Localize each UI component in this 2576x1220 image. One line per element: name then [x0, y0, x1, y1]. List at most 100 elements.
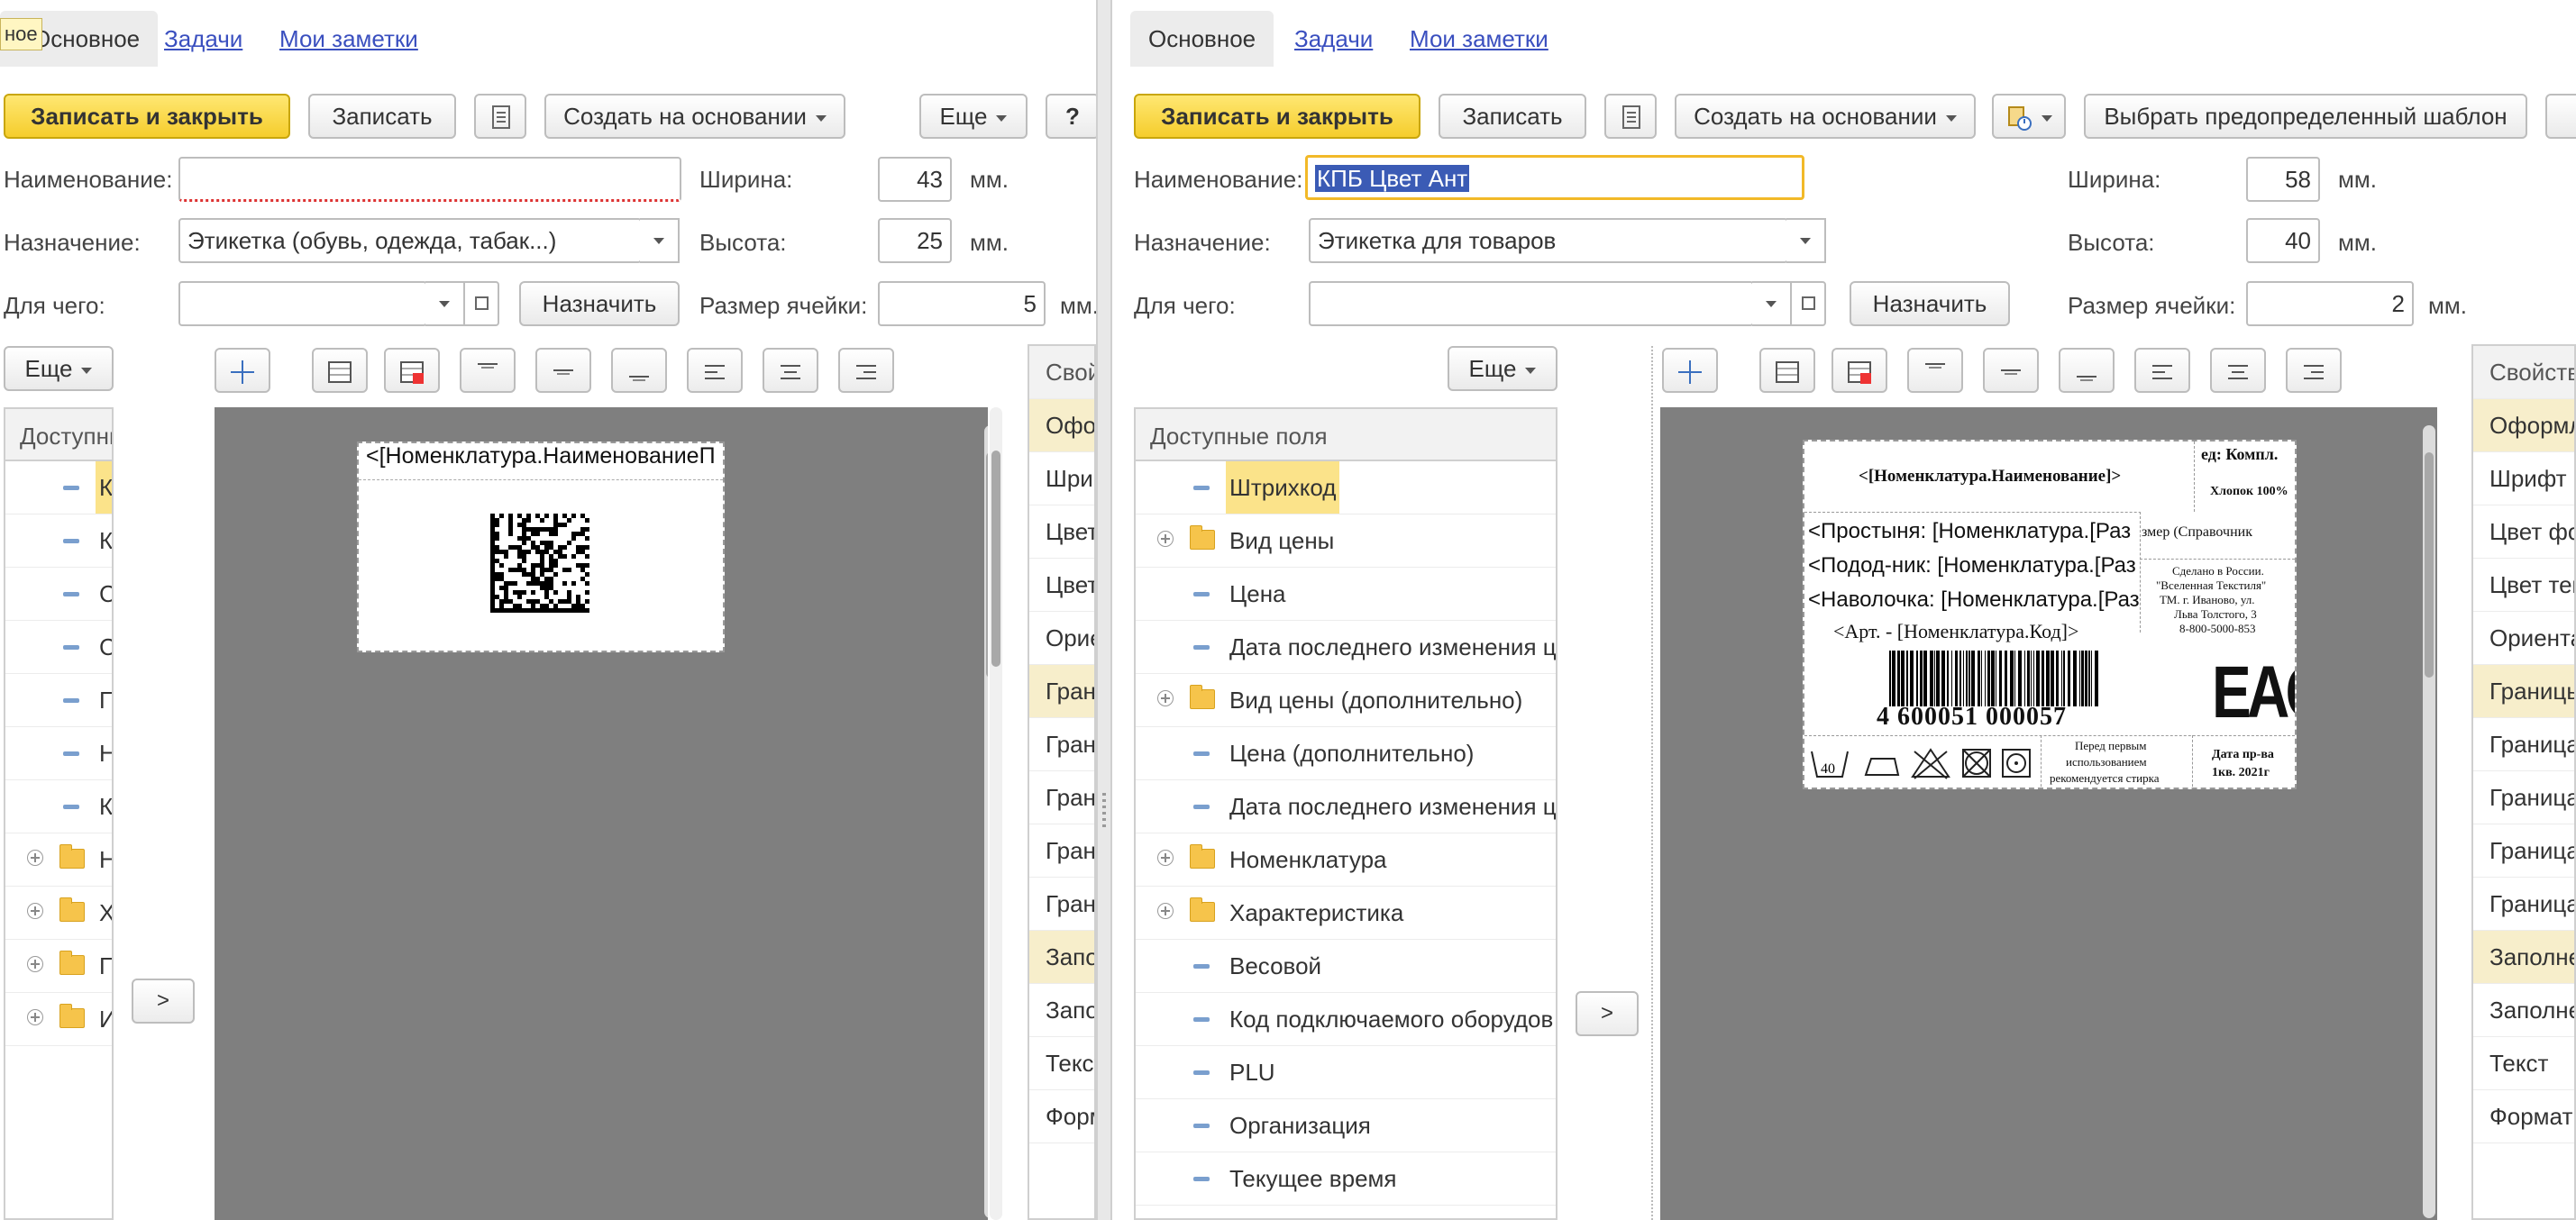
- field-list-item[interactable]: Весовой: [1136, 940, 1556, 993]
- property-row[interactable]: Орие: [1029, 612, 1094, 665]
- name-field[interactable]: [178, 157, 681, 202]
- purpose-field[interactable]: Этикетка для товаров: [1309, 218, 1788, 263]
- property-row[interactable]: Граница: [2473, 718, 2574, 771]
- label-made-line4[interactable]: Льва Толстого, 3: [2174, 607, 2257, 622]
- expand-icon[interactable]: [1157, 850, 1174, 866]
- align-middle-button[interactable]: [1983, 348, 2039, 393]
- canvas-scrollbar[interactable]: [984, 425, 988, 1218]
- field-list-item[interactable]: Штрихкод: [1136, 461, 1556, 514]
- save-button[interactable]: Записать: [1439, 94, 1586, 139]
- field-list-item[interactable]: Дата последнего изменения ц: [1136, 621, 1556, 674]
- field-list-item[interactable]: С: [5, 568, 112, 621]
- move-field-button[interactable]: >: [1576, 991, 1639, 1036]
- insert-field-button[interactable]: [1759, 348, 1815, 393]
- for-dropdown-button[interactable]: [1752, 281, 1792, 326]
- field-list-item[interactable]: Текущий пользователь: [1136, 1206, 1556, 1218]
- save-close-button[interactable]: Записать и закрыть: [4, 94, 290, 139]
- fields-more-button[interactable]: Еще: [1448, 346, 1557, 391]
- width-field[interactable]: 43: [878, 157, 952, 202]
- field-list-item[interactable]: К: [5, 461, 112, 514]
- label-duvet-text[interactable]: <Подод-ник: [Номенклатура.[Раз: [1808, 553, 2136, 578]
- label-size-text[interactable]: змер (Справочник: [2142, 524, 2252, 541]
- tab-tasks[interactable]: Задачи: [164, 11, 242, 67]
- open-icon[interactable]: [1790, 281, 1826, 326]
- property-group[interactable]: Границы: [2473, 665, 2574, 718]
- available-fields-list[interactable]: ККССПНКНХПИ: [4, 461, 114, 1220]
- expand-icon[interactable]: [27, 850, 43, 866]
- field-group-item[interactable]: Вид цены: [1136, 514, 1556, 568]
- field-list-item[interactable]: PLU: [1136, 1046, 1556, 1099]
- property-group[interactable]: Гран: [1029, 665, 1094, 718]
- move-button[interactable]: [1662, 348, 1718, 393]
- label-name-text[interactable]: <[Номенклатура.НаименованиеП: [366, 443, 716, 469]
- property-row[interactable]: Формат: [2473, 1090, 2574, 1143]
- property-row[interactable]: Форм: [1029, 1090, 1094, 1143]
- align-center-button[interactable]: [763, 348, 818, 393]
- property-row[interactable]: Гран: [1029, 824, 1094, 878]
- label-date-line2[interactable]: 1кв. 2021г: [2212, 766, 2270, 780]
- extra-toolbar-button[interactable]: [2545, 94, 2576, 139]
- field-list-item[interactable]: К: [5, 780, 112, 833]
- property-row[interactable]: Цвет: [1029, 505, 1094, 559]
- field-group-item[interactable]: Х: [5, 887, 112, 940]
- field-group-item[interactable]: Вид цены (дополнительно): [1136, 674, 1556, 727]
- property-row[interactable]: Граница: [2473, 824, 2574, 878]
- align-middle-button[interactable]: [535, 348, 591, 393]
- name-field[interactable]: КПБ Цвет Ант: [1305, 155, 1804, 200]
- align-right-button[interactable]: [2286, 348, 2342, 393]
- align-bottom-button[interactable]: [2059, 348, 2115, 393]
- label-wash-line1[interactable]: Перед первым: [2075, 739, 2146, 753]
- property-group[interactable]: Офор: [1029, 399, 1094, 452]
- assign-button[interactable]: Назначить: [519, 281, 680, 326]
- field-group-item[interactable]: П: [5, 940, 112, 993]
- field-list-item[interactable]: Цена: [1136, 568, 1556, 621]
- property-row[interactable]: Заполнение: [2473, 984, 2574, 1037]
- tab-tasks[interactable]: Задачи: [1294, 11, 1373, 67]
- create-based-button[interactable]: Создать на основании: [1675, 94, 1976, 139]
- care-symbols[interactable]: 40: [1808, 744, 2035, 784]
- label-made-line5[interactable]: 8-800-5000-853: [2179, 622, 2256, 636]
- property-row[interactable]: Текст: [2473, 1037, 2574, 1090]
- property-row[interactable]: Текст: [1029, 1037, 1094, 1090]
- align-left-button[interactable]: [687, 348, 743, 393]
- label-made-line1[interactable]: Сделано в России.: [2172, 564, 2264, 578]
- save-button[interactable]: Записать: [308, 94, 456, 139]
- datamatrix-icon[interactable]: [490, 514, 591, 615]
- align-top-button[interactable]: [460, 348, 516, 393]
- width-field[interactable]: 58: [2246, 157, 2320, 202]
- tab-notes[interactable]: Мои заметки: [1410, 11, 1548, 67]
- field-list-item[interactable]: С: [5, 621, 112, 674]
- field-list-item[interactable]: П: [5, 674, 112, 727]
- label-wash-line3[interactable]: рекомендуется стирка: [2050, 771, 2159, 786]
- field-list-item[interactable]: Дата последнего изменения ц: [1136, 780, 1556, 833]
- property-group[interactable]: Запо: [1029, 931, 1094, 984]
- label-date-line1[interactable]: Дата пр-ва: [2212, 748, 2274, 762]
- property-row[interactable]: Гран: [1029, 878, 1094, 931]
- purpose-dropdown-button[interactable]: [640, 218, 680, 263]
- canvas-scrollbar[interactable]: [990, 407, 1002, 1220]
- field-group-item[interactable]: Н: [5, 833, 112, 887]
- report-icon-button[interactable]: [474, 94, 526, 139]
- label-canvas[interactable]: <[Номенклатура.Наименование]> ед: Компл.…: [1660, 407, 2437, 1220]
- label-title-text[interactable]: <[Номенклатура.Наименование]>: [1859, 467, 2121, 487]
- expand-icon[interactable]: [27, 1009, 43, 1025]
- label-sheet[interactable]: <[Номенклатура.Наименование]> ед: Компл.…: [1803, 440, 2297, 789]
- help-button[interactable]: ?: [1046, 94, 1096, 139]
- cell-size-field[interactable]: 5: [878, 281, 1046, 326]
- property-row[interactable]: Цвет: [1029, 559, 1094, 612]
- splitter[interactable]: [1096, 0, 1112, 1220]
- field-group-item[interactable]: Номенклатура: [1136, 833, 1556, 887]
- delete-field-button[interactable]: [1832, 348, 1887, 393]
- open-icon[interactable]: [463, 281, 499, 326]
- save-close-button[interactable]: Записать и закрыть: [1134, 94, 1420, 139]
- move-button[interactable]: [215, 348, 270, 393]
- property-row[interactable]: Цвет фона: [2473, 505, 2574, 559]
- field-list-item[interactable]: К: [5, 514, 112, 568]
- height-field[interactable]: 40: [2246, 218, 2320, 263]
- purpose-field[interactable]: Этикетка (обувь, одежда, табак...): [178, 218, 642, 263]
- tab-notes[interactable]: Мои заметки: [279, 11, 418, 67]
- align-center-button[interactable]: [2210, 348, 2266, 393]
- splitter-grip[interactable]: [1102, 793, 1106, 829]
- property-row[interactable]: Цвет текста: [2473, 559, 2574, 612]
- align-top-button[interactable]: [1907, 348, 1963, 393]
